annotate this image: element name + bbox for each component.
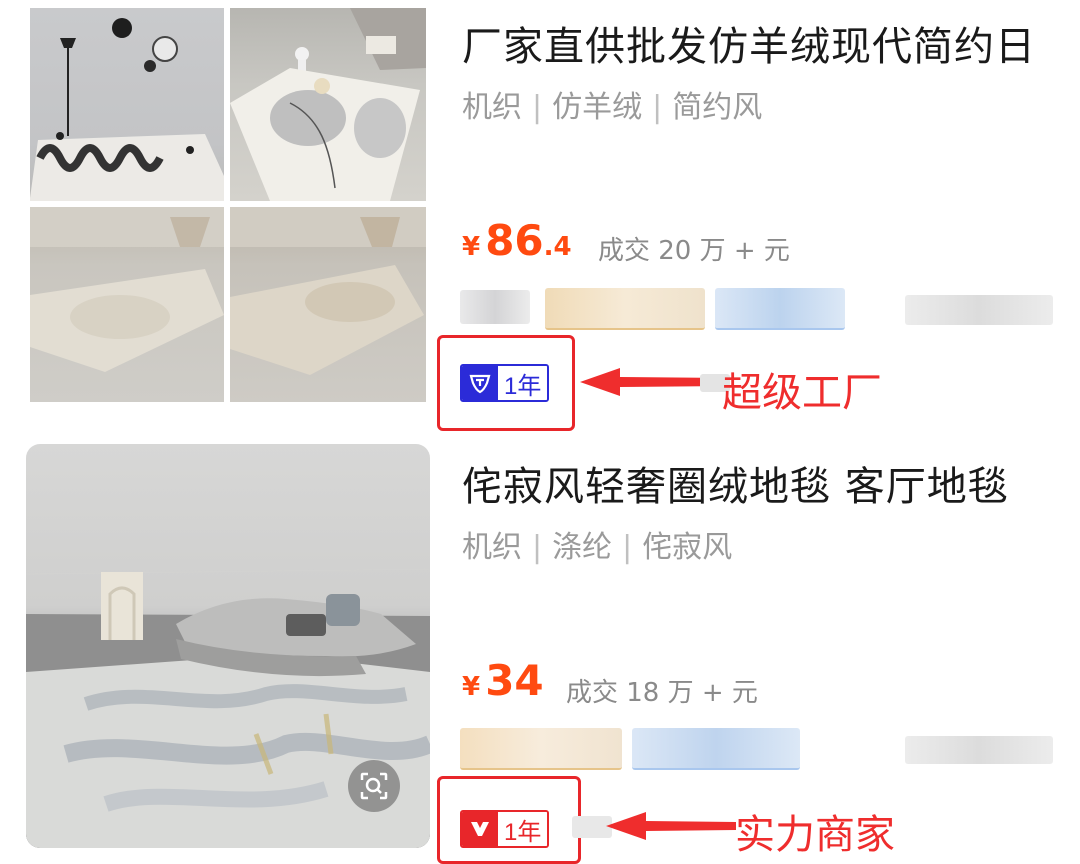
price-integer: 86 [485,216,544,265]
attribute-style: 侘寂风 [642,530,733,565]
strength-merchant-icon [462,812,498,846]
product-image[interactable] [26,444,430,848]
blurred-tag [632,728,800,770]
price-decimal: .4 [543,232,572,262]
attribute-separator: | [532,90,543,125]
blurred-tag [715,288,845,330]
camera-search-icon [360,772,388,800]
badge-years: 1年 [498,812,548,846]
shield-check-icon [462,366,498,400]
visual-search-button[interactable] [348,760,400,812]
product-price: ¥ 34 [462,656,544,705]
blurred-tag [460,728,622,770]
product-attributes: 机织 | 涤纶 | 侘寂风 [462,522,732,566]
product-image-grid[interactable] [30,8,426,402]
product-attributes: 机织 | 仿羊绒 | 简约风 [462,82,762,126]
badge-years: 1年 [498,366,548,400]
blurred-tag [545,288,705,330]
price-currency: ¥ [462,232,481,262]
product-image-4[interactable] [230,207,426,402]
strength-merchant-badge[interactable]: 1年 [460,810,550,848]
product-title[interactable]: 侘寂风轻奢圈绒地毯 客厅地毯 [462,454,1062,512]
sales-volume: 成交 18 万 + 元 [566,678,758,708]
product-price: ¥ 86.4 [462,216,572,265]
product-card-1[interactable]: 厂家直供批发仿羊绒现代简约日 机织 | 仿羊绒 | 简约风 ¥ 86.4 成交 20 万… [0,0,1080,431]
super-factory-badge[interactable]: 1年 [460,364,550,402]
product-image-3[interactable] [30,207,224,402]
product-image-2[interactable] [230,8,426,201]
price-currency: ¥ [462,672,481,702]
attribute-weave: 机织 [462,90,522,125]
price-integer: 34 [485,656,544,705]
blurred-tag [460,290,530,324]
attribute-style: 简约风 [672,90,763,125]
sales-volume: 成交 20 万 + 元 [598,236,790,266]
attribute-material: 仿羊绒 [552,90,643,125]
attribute-separator: | [652,90,663,125]
product-image-1[interactable] [30,8,224,201]
annotation-label: 超级工厂 [722,370,882,416]
annotation-arrow-icon [606,812,736,840]
attribute-weave: 机织 [462,530,522,565]
attribute-separator: | [532,530,543,565]
blurred-tag [905,736,1053,764]
annotation-label: 实力商家 [735,812,895,858]
blurred-tag [905,295,1053,325]
attribute-separator: | [622,530,633,565]
product-title[interactable]: 厂家直供批发仿羊绒现代简约日 [462,14,1062,72]
attribute-material: 涤纶 [552,530,613,565]
product-card-2[interactable]: 侘寂风轻奢圈绒地毯 客厅地毯 机织 | 涤纶 | 侘寂风 ¥ 34 成交 18 万 + … [0,440,1080,864]
